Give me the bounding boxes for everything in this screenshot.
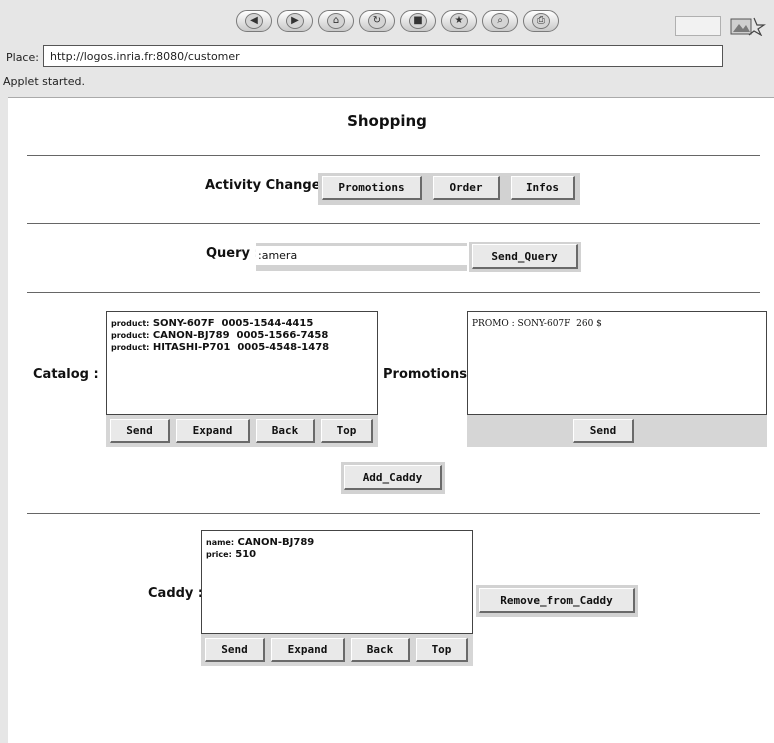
caddy-expand-button[interactable]: Expand — [271, 638, 345, 662]
print-button[interactable]: ⎙ — [523, 10, 559, 32]
reload-button[interactable]: ↻ — [359, 10, 395, 32]
catalog-send-button[interactable]: Send — [110, 419, 170, 443]
divider — [27, 223, 760, 224]
search-button[interactable]: ⌕ — [482, 10, 518, 32]
stop-button[interactable]: ■ — [400, 10, 436, 32]
caddy-top-button[interactable]: Top — [416, 638, 468, 662]
list-item[interactable]: product: HITASHI-P701 0005-4548-1478 — [111, 342, 373, 354]
catalog-back-button[interactable]: Back — [256, 419, 315, 443]
order-tab-button[interactable]: Order — [433, 176, 500, 200]
browser-logo-icon — [730, 17, 766, 36]
divider — [27, 292, 760, 293]
status-indicator-box — [675, 16, 721, 36]
catalog-top-button[interactable]: Top — [321, 419, 373, 443]
send-query-button[interactable]: Send_Query — [472, 244, 578, 269]
caddy-back-button[interactable]: Back — [351, 638, 410, 662]
remove-from-caddy-button[interactable]: Remove_from_Caddy — [479, 588, 635, 613]
list-item[interactable]: product: CANON-BJ789 0005-1566-7458 — [111, 330, 373, 342]
forward-icon: ▶ — [286, 13, 304, 29]
promotions-list[interactable]: PROMO : SONY-607F 260 $ — [467, 311, 767, 415]
browser-toolbar: ◀ ▶ ⌂ ↻ ■ ★ ⌕ ⎙ Place: Applet started. — [0, 0, 774, 97]
caddy-label: Caddy : — [148, 586, 204, 601]
divider — [27, 513, 760, 514]
promotions-label: Promotions : — [383, 367, 477, 382]
place-label: Place: — [6, 51, 39, 64]
stop-icon: ■ — [409, 13, 427, 29]
search-icon: ⌕ — [491, 13, 509, 29]
catalog-list[interactable]: product: SONY-607F 0005-1544-4415 produc… — [106, 311, 378, 415]
caddy-send-button[interactable]: Send — [205, 638, 265, 662]
query-input[interactable] — [256, 243, 467, 271]
caddy-list[interactable]: name: CANON-BJ789 price: 510 — [201, 530, 473, 634]
reload-icon: ↻ — [368, 13, 386, 29]
url-input[interactable] — [43, 45, 723, 67]
catalog-label: Catalog : — [33, 367, 99, 382]
list-item[interactable]: price: 510 — [206, 549, 468, 561]
home-button[interactable]: ⌂ — [318, 10, 354, 32]
status-text: Applet started. — [3, 75, 85, 88]
divider — [27, 155, 760, 156]
promotions-send-button[interactable]: Send — [573, 419, 634, 443]
bookmark-button[interactable]: ★ — [441, 10, 477, 32]
page-title: Shopping — [347, 112, 427, 130]
list-item[interactable]: name: CANON-BJ789 — [206, 537, 468, 549]
query-label: Query : — [206, 246, 260, 261]
add-caddy-button[interactable]: Add_Caddy — [344, 465, 442, 490]
home-icon: ⌂ — [327, 13, 345, 29]
back-icon: ◀ — [245, 13, 263, 29]
back-button[interactable]: ◀ — [236, 10, 272, 32]
list-item[interactable]: product: SONY-607F 0005-1544-4415 — [111, 318, 373, 330]
infos-tab-button[interactable]: Infos — [511, 176, 575, 200]
activity-change-label: Activity Change : — [205, 178, 331, 193]
forward-button[interactable]: ▶ — [277, 10, 313, 32]
promotions-tab-button[interactable]: Promotions — [322, 176, 422, 200]
bookmark-star-icon: ★ — [450, 13, 468, 29]
catalog-expand-button[interactable]: Expand — [176, 419, 250, 443]
list-item[interactable]: PROMO : SONY-607F 260 $ — [472, 318, 762, 330]
print-icon: ⎙ — [532, 13, 550, 29]
